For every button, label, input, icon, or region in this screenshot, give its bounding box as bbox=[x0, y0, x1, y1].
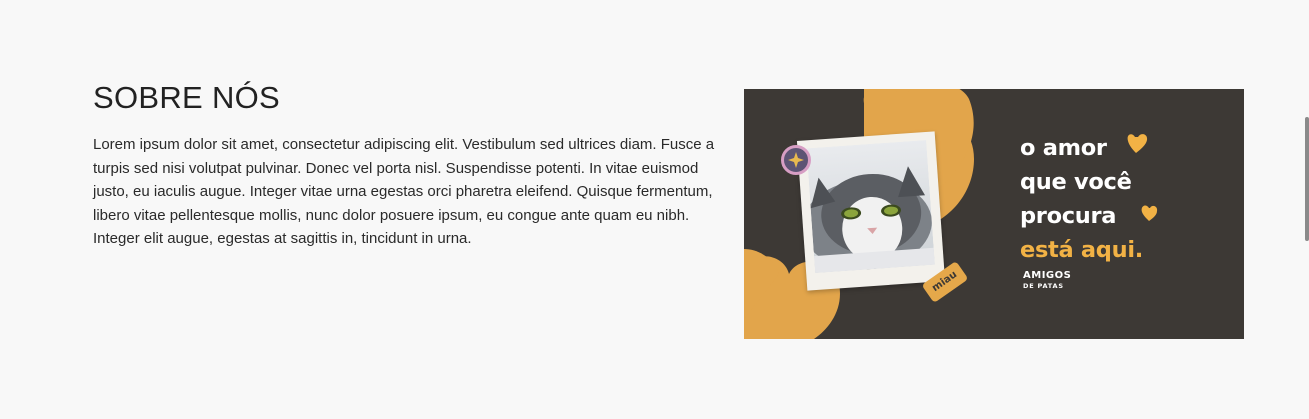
cat-photo bbox=[806, 139, 935, 274]
star-icon bbox=[788, 152, 804, 168]
heart-icon bbox=[1141, 205, 1158, 221]
star-badge bbox=[781, 145, 811, 175]
tagline-line-accent: está aqui. bbox=[1020, 237, 1143, 263]
banner-tagline: o amor que você procura está aqui. bbox=[1020, 131, 1143, 267]
logo-sub-text: DE PATAS bbox=[1023, 282, 1064, 290]
about-text-block: SOBRE NÓS Lorem ipsum dolor sit amet, co… bbox=[93, 78, 718, 251]
tagline-line: que você bbox=[1020, 169, 1132, 195]
section-title: SOBRE NÓS bbox=[93, 80, 281, 115]
scrollbar-thumb[interactable] bbox=[1305, 117, 1309, 241]
logo-main-text: AMIGOS bbox=[1023, 270, 1072, 281]
photo-frame bbox=[796, 131, 946, 291]
tagline-line: o amor bbox=[1020, 135, 1107, 161]
about-paragraph: Lorem ipsum dolor sit amet, consectetur … bbox=[93, 136, 715, 247]
brand-logo: AMIGOS DE PATAS bbox=[1023, 271, 1071, 291]
tagline-line: procura bbox=[1020, 203, 1117, 229]
promo-banner: miau o amor que você procura está aqui. … bbox=[744, 89, 1244, 339]
